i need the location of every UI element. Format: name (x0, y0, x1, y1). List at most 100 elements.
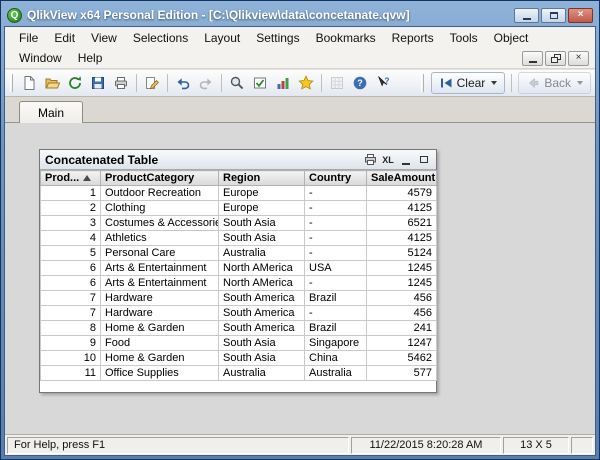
table-cell[interactable]: - (304, 275, 367, 291)
table-object[interactable]: Concatenated Table XL Prod... ProductCat… (39, 149, 437, 393)
table-cell[interactable]: 1247 (366, 335, 437, 351)
table-cell[interactable]: 4579 (366, 185, 437, 201)
table-cell[interactable]: 10 (40, 350, 101, 366)
table-cell[interactable]: 9 (40, 335, 101, 351)
menu-selections[interactable]: Selections (125, 29, 196, 47)
table-cell[interactable]: 4125 (366, 230, 437, 246)
export-excel-icon[interactable]: XL (381, 153, 395, 167)
table-row[interactable]: 6 Arts & Entertainment North AMerica USA 124… (40, 260, 437, 276)
search-icon[interactable] (226, 72, 248, 94)
menu-object[interactable]: Object (486, 29, 537, 47)
undo-icon[interactable] (172, 72, 194, 94)
table-cell[interactable]: Europe (218, 200, 305, 216)
table-cell[interactable]: 6521 (366, 215, 437, 231)
table-cell[interactable]: Arts & Entertainment (100, 275, 219, 291)
table-cell[interactable]: Costumes & Accessories (100, 215, 219, 231)
table-row[interactable]: 7 Hardware South America Brazil 456 (40, 290, 437, 306)
table-cell[interactable]: 4 (40, 230, 101, 246)
toolbar-grip[interactable] (420, 74, 424, 92)
table-cell[interactable]: South America (218, 320, 305, 336)
table-cell[interactable]: 5124 (366, 245, 437, 261)
table-cell[interactable]: North AMerica (218, 260, 305, 276)
table-cell[interactable]: Australia (218, 365, 305, 381)
table-cell[interactable]: South America (218, 305, 305, 321)
table-cell[interactable]: - (304, 245, 367, 261)
table-row[interactable]: 5 Personal Care Australia -5124 (40, 245, 437, 261)
reload-icon[interactable] (64, 72, 86, 94)
help-icon[interactable]: ? (349, 72, 371, 94)
table-cell[interactable]: 8 (40, 320, 101, 336)
table-cell[interactable]: 456 (366, 305, 437, 321)
table-row[interactable]: 8 Home & Garden South America Brazil 241 (40, 320, 437, 336)
design-grid-icon[interactable] (326, 72, 348, 94)
table-cell[interactable]: 1245 (366, 260, 437, 276)
save-icon[interactable] (87, 72, 109, 94)
table-cell[interactable]: Athletics (100, 230, 219, 246)
table-cell[interactable]: Arts & Entertainment (100, 260, 219, 276)
table-minimize-icon[interactable] (399, 153, 413, 167)
column-header-productcategory[interactable]: ProductCategory (100, 170, 219, 186)
table-cell[interactable]: 11 (40, 365, 101, 381)
table-maximize-icon[interactable] (417, 153, 431, 167)
table-cell[interactable]: Australia (304, 365, 367, 381)
table-cell[interactable]: Food (100, 335, 219, 351)
table-cell[interactable]: Europe (218, 185, 305, 201)
column-header-saleamount[interactable]: SaleAmount (366, 170, 437, 186)
table-cell[interactable]: 5 (40, 245, 101, 261)
table-cell[interactable]: Home & Garden (100, 320, 219, 336)
current-selections-icon[interactable] (249, 72, 271, 94)
table-cell[interactable]: - (304, 305, 367, 321)
table-cell[interactable]: China (304, 350, 367, 366)
redo-icon[interactable] (195, 72, 217, 94)
table-row[interactable]: 6 Arts & Entertainment North AMerica -1245 (40, 275, 437, 291)
table-cell[interactable]: Office Supplies (100, 365, 219, 381)
table-cell[interactable]: 6 (40, 260, 101, 276)
mdi-minimize-button[interactable] (522, 50, 543, 66)
open-file-icon[interactable] (41, 72, 63, 94)
table-cell[interactable]: South Asia (218, 335, 305, 351)
menu-reports[interactable]: Reports (384, 29, 442, 47)
menu-help[interactable]: Help (70, 49, 111, 67)
table-cell[interactable]: - (304, 230, 367, 246)
print-icon[interactable] (110, 72, 132, 94)
column-header-country[interactable]: Country (304, 170, 367, 186)
menu-view[interactable]: View (83, 29, 125, 47)
edit-script-icon[interactable] (141, 72, 163, 94)
mdi-close-button[interactable]: × (568, 50, 589, 66)
table-cell[interactable]: 1 (40, 185, 101, 201)
menu-bookmarks[interactable]: Bookmarks (308, 29, 384, 47)
table-cell[interactable]: 1245 (366, 275, 437, 291)
table-cell[interactable]: 6 (40, 275, 101, 291)
table-caption-bar[interactable]: Concatenated Table XL (40, 150, 436, 170)
table-cell[interactable]: Brazil (304, 290, 367, 306)
back-button[interactable]: Back (518, 72, 591, 94)
table-cell[interactable]: Hardware (100, 305, 219, 321)
menu-window[interactable]: Window (11, 49, 70, 67)
table-cell[interactable]: 7 (40, 290, 101, 306)
table-cell[interactable]: 2 (40, 200, 101, 216)
menu-edit[interactable]: Edit (46, 29, 83, 47)
table-row[interactable]: 10 Home & Garden South Asia China 5462 (40, 350, 437, 366)
table-cell[interactable]: South America (218, 290, 305, 306)
table-row[interactable]: 4 Athletics South Asia -4125 (40, 230, 437, 246)
table-cell[interactable]: - (304, 200, 367, 216)
table-cell[interactable]: Brazil (304, 320, 367, 336)
column-header-region[interactable]: Region (218, 170, 305, 186)
table-cell[interactable]: North AMerica (218, 275, 305, 291)
table-cell[interactable]: Australia (218, 245, 305, 261)
table-cell[interactable]: 4125 (366, 200, 437, 216)
table-row[interactable]: 2 Clothing Europe -4125 (40, 200, 437, 216)
menu-layout[interactable]: Layout (196, 29, 248, 47)
tab-main[interactable]: Main (19, 101, 84, 123)
table-cell[interactable]: 3 (40, 215, 101, 231)
table-cell[interactable]: 577 (366, 365, 437, 381)
table-cell[interactable]: South Asia (218, 230, 305, 246)
table-cell[interactable]: 456 (366, 290, 437, 306)
table-cell[interactable]: Home & Garden (100, 350, 219, 366)
table-row[interactable]: 9 Food South Asia Singapore 1247 (40, 335, 437, 351)
table-cell[interactable]: - (304, 215, 367, 231)
table-cell[interactable]: Hardware (100, 290, 219, 306)
maximize-button[interactable] (541, 7, 566, 23)
table-cell[interactable]: Singapore (304, 335, 367, 351)
table-row[interactable]: 7 Hardware South America -456 (40, 305, 437, 321)
